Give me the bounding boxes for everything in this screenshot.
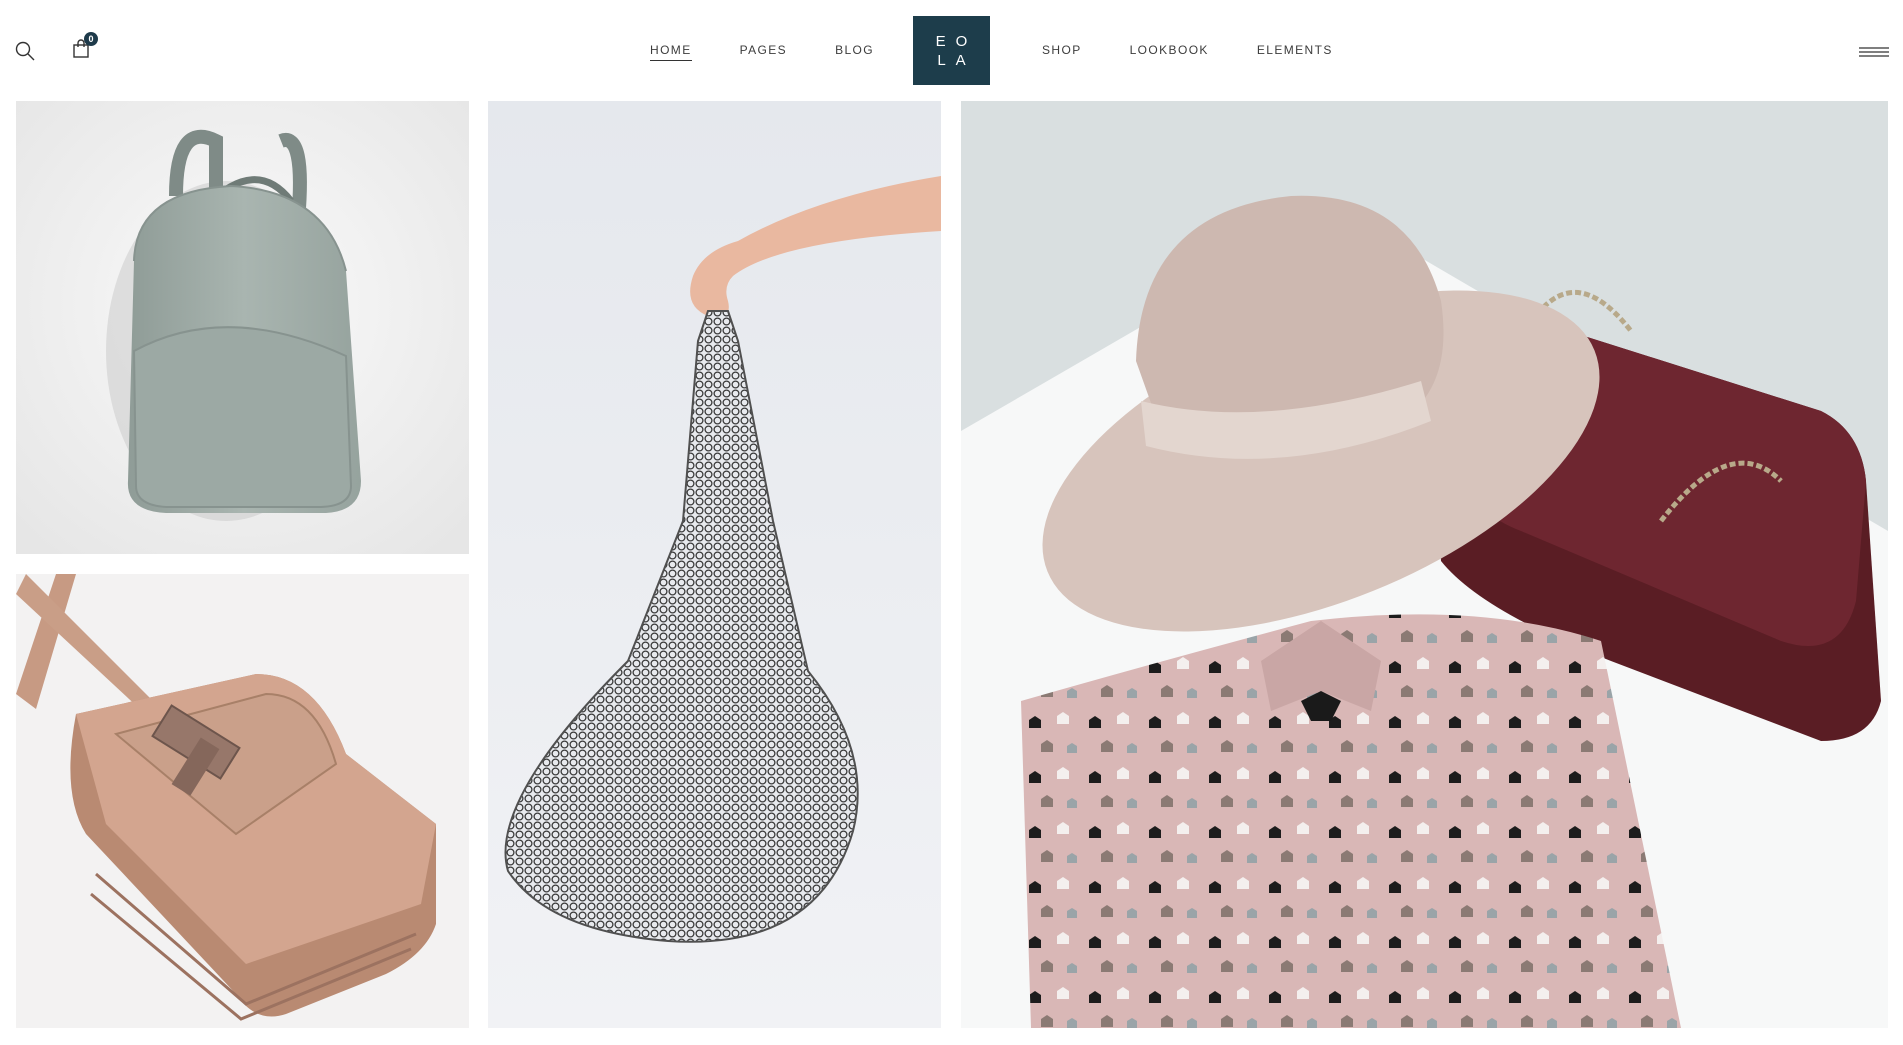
gallery-tile-backpack[interactable] bbox=[16, 101, 469, 554]
nav-item-lookbook[interactable]: LOOKBOOK bbox=[1130, 43, 1209, 57]
crossbody-bag-image bbox=[16, 574, 469, 1028]
hat-handbag-shirt-image bbox=[961, 101, 1888, 1028]
mesh-bag-image bbox=[488, 101, 941, 1028]
main-nav-left: HOME PAGES BLOG bbox=[650, 0, 874, 100]
nav-item-elements[interactable]: ELEMENTS bbox=[1257, 43, 1333, 57]
nav-item-home[interactable]: HOME bbox=[650, 43, 692, 61]
gallery-tile-hat-handbag-shirt[interactable] bbox=[961, 101, 1888, 1028]
logo-line-2: LA bbox=[937, 51, 976, 69]
search-icon[interactable] bbox=[12, 38, 38, 64]
nav-item-blog[interactable]: BLOG bbox=[835, 43, 874, 57]
gallery-tile-crossbody-bag[interactable] bbox=[16, 574, 469, 1028]
nav-item-pages[interactable]: PAGES bbox=[740, 43, 787, 57]
cart-button[interactable]: 0 bbox=[68, 32, 98, 62]
cart-count-badge: 0 bbox=[84, 32, 98, 46]
site-logo[interactable]: EO LA bbox=[913, 16, 990, 85]
logo-line-1: EO bbox=[935, 32, 978, 50]
gallery-tile-mesh-bag[interactable] bbox=[488, 101, 941, 1028]
hamburger-menu-icon[interactable] bbox=[1857, 42, 1891, 62]
main-nav-right: SHOP LOOKBOOK ELEMENTS bbox=[1042, 0, 1333, 100]
site-header: 0 HOME PAGES BLOG EO LA SHOP LOOKBOOK EL… bbox=[0, 0, 1903, 100]
backpack-image bbox=[16, 101, 469, 554]
nav-item-shop[interactable]: SHOP bbox=[1042, 43, 1082, 57]
